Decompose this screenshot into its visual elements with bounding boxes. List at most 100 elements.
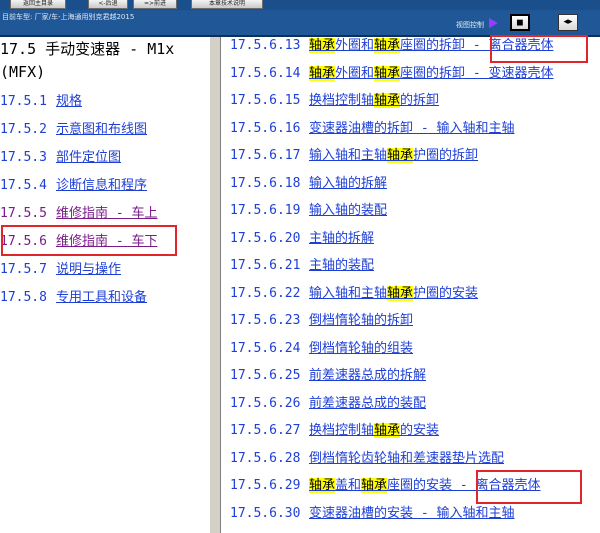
highlighted-keyword: 轴承 xyxy=(387,148,414,163)
section-title-text: 输入轴和主轴 xyxy=(309,285,388,301)
section-title-text: 前差速器总成的拆解 xyxy=(309,368,427,383)
chapter-link[interactable]: 17.5.8 专用工具和设备 xyxy=(0,288,147,308)
section-title-text: 主轴的拆解 xyxy=(309,230,375,246)
section-title-text: 外圈和 xyxy=(335,38,375,53)
section-number: 17.5.6.26 xyxy=(230,395,301,411)
chapter-label: 规格 xyxy=(56,94,83,109)
section-number: 17.5.6.15 xyxy=(230,93,301,108)
section-link[interactable]: 17.5.6.23 倒档惰轮轴的拆卸 xyxy=(230,310,413,332)
section-link[interactable]: 17.5.6.29 轴承盖和轴承座圈的安装 - 离合器壳体 xyxy=(230,475,541,497)
section-list-pane: 17.5.6.13 轴承外圈和轴承座圈的拆卸 - 离合器壳体 17.5.6.14 轴承… xyxy=(221,37,600,533)
section-title-text: 换档控制轴 xyxy=(309,93,375,108)
highlighted-keyword: 轴承 xyxy=(309,65,336,81)
section-number: 17.5.6.14 xyxy=(230,65,301,81)
section-title-text: 输入轴的装配 xyxy=(309,203,388,218)
chapter-label: 说明与操作 xyxy=(56,262,122,277)
back-button[interactable]: <-后退 xyxy=(88,0,128,9)
square-icon: ◼ xyxy=(516,18,524,28)
highlighted-keyword: 轴承 xyxy=(309,38,336,53)
section-link[interactable]: 17.5.6.26 前差速器总成的装配 xyxy=(230,393,426,415)
navigation-bar: 目前车型: 厂家/车-上海通用别克君越2015 视图控制 ◼ ◂▸ xyxy=(0,10,600,37)
section-title-text: 的安装 xyxy=(400,423,440,438)
section-link[interactable]: 17.5.6.14 轴承外圈和轴承座圈的拆卸 - 变速器壳体 xyxy=(230,63,554,85)
chapter-label: 部件定位图 xyxy=(56,150,122,165)
chapter-link[interactable]: 17.5.3 部件定位图 xyxy=(0,148,121,168)
highlighted-keyword: 轴承 xyxy=(374,38,401,53)
chapter-link[interactable]: 17.5.6 维修指南 - 车下 xyxy=(0,232,157,252)
section-link[interactable]: 17.5.6.19 输入轴的装配 xyxy=(230,200,387,222)
section-link[interactable]: 17.5.6.20 主轴的拆解 xyxy=(230,228,374,250)
chapter-number: 17.5.8 xyxy=(0,290,47,305)
section-title-text: 输入轴和主轴 xyxy=(309,148,388,163)
section-number: 17.5.6.23 xyxy=(230,313,301,328)
chapter-number: 17.5.4 xyxy=(0,178,47,193)
highlighted-keyword: 轴承 xyxy=(374,93,401,108)
pointer-arrow-icon xyxy=(489,18,498,28)
section-number: 17.5.6.17 xyxy=(230,148,301,163)
chapter-info-button[interactable]: 本章技术说明 xyxy=(191,0,263,9)
view-control-label: 视图控制 xyxy=(456,21,484,29)
section-link[interactable]: 17.5.6.27 换档控制轴轴承的安装 xyxy=(230,420,439,442)
highlighted-keyword: 轴承 xyxy=(374,423,401,438)
chapter-label: 维修指南 - 车上 xyxy=(56,206,158,221)
chapter-label: 专用工具和设备 xyxy=(56,290,148,305)
forward-button[interactable]: =>前进 xyxy=(133,0,177,9)
split-arrows-icon: ◂▸ xyxy=(563,17,573,27)
section-number: 17.5.6.29 xyxy=(230,478,301,493)
section-number: 17.5.6.25 xyxy=(230,368,301,383)
section-title-text: 外圈和 xyxy=(335,65,375,81)
section-link[interactable]: 17.5.6.21 主轴的装配 xyxy=(230,255,374,277)
chapter-title: 17.5 手动变速器 - M1x (MFX) xyxy=(0,40,175,81)
section-link[interactable]: 17.5.6.13 轴承外圈和轴承座圈的拆卸 - 离合器壳体 xyxy=(230,37,554,57)
pane-splitter[interactable] xyxy=(209,37,221,533)
section-title-text: 前差速器总成的装配 xyxy=(309,395,427,411)
chapter-link[interactable]: 17.5.5 维修指南 - 车上 xyxy=(0,204,157,224)
section-number: 17.5.6.28 xyxy=(230,450,301,466)
chapter-number: 17.5.3 xyxy=(0,150,47,165)
section-link[interactable]: 17.5.6.24 倒档惰轮轴的组装 xyxy=(230,338,413,360)
section-number: 17.5.6.19 xyxy=(230,203,301,218)
highlighted-keyword: 轴承 xyxy=(309,478,336,493)
section-link[interactable]: 17.5.6.22 输入轴和主轴轴承护圈的安装 xyxy=(230,283,478,305)
section-title-text: 输入轴的拆解 xyxy=(309,175,388,191)
section-title-text: 主轴的装配 xyxy=(309,258,375,273)
top-toolbar: 返回主目录 <-后退 =>前进 本章技术说明 xyxy=(0,0,600,10)
section-title-text: 盖和 xyxy=(335,478,362,493)
section-title-text: 护圈的安装 xyxy=(413,285,479,301)
chapter-link[interactable]: 17.5.2 示意图和布线图 xyxy=(0,120,147,140)
section-number: 17.5.6.22 xyxy=(230,285,301,301)
section-title-text: 变速器油槽的拆卸 - 输入轴和主轴 xyxy=(309,120,515,136)
chapter-link[interactable]: 17.5.1 规格 xyxy=(0,92,82,112)
section-number: 17.5.6.27 xyxy=(230,423,301,438)
toc-toggle-button[interactable]: ◼ xyxy=(510,14,530,31)
chapter-link[interactable]: 17.5.7 说明与操作 xyxy=(0,260,121,280)
section-link[interactable]: 17.5.6.16 变速器油槽的拆卸 - 输入轴和主轴 xyxy=(230,118,514,140)
home-button[interactable]: 返回主目录 xyxy=(10,0,66,9)
breadcrumb: 目前车型: 厂家/车-上海通用别克君越2015 xyxy=(2,13,135,21)
section-title-text: 倒档惰轮齿轮轴和差速器垫片选配 xyxy=(309,450,505,466)
section-title-text: 护圈的拆卸 xyxy=(413,148,479,163)
chapter-number: 17.5.2 xyxy=(0,122,47,137)
section-number: 17.5.6.18 xyxy=(230,175,301,191)
section-title-text: 座圈的拆卸 - 变速器壳体 xyxy=(400,65,554,81)
section-number: 17.5.6.16 xyxy=(230,120,301,136)
section-title-text: 倒档惰轮轴的拆卸 xyxy=(309,313,414,328)
section-link[interactable]: 17.5.6.25 前差速器总成的拆解 xyxy=(230,365,426,387)
chapter-number: 17.5.5 xyxy=(0,206,47,221)
section-title-text: 倒档惰轮轴的组装 xyxy=(309,340,414,356)
chapter-link[interactable]: 17.5.4 诊断信息和程序 xyxy=(0,176,147,196)
section-link[interactable]: 17.5.6.28 倒档惰轮齿轮轴和差速器垫片选配 xyxy=(230,448,504,470)
section-link[interactable]: 17.5.6.17 输入轴和主轴轴承护圈的拆卸 xyxy=(230,145,478,167)
split-view-button[interactable]: ◂▸ xyxy=(558,14,578,31)
chapter-number: 17.5.7 xyxy=(0,262,47,277)
section-link[interactable]: 17.5.6.30 变速器油槽的安装 - 输入轴和主轴 xyxy=(230,503,514,525)
chapter-label: 维修指南 - 车下 xyxy=(56,234,158,249)
section-number: 17.5.6.20 xyxy=(230,230,301,246)
chapter-number: 17.5.6 xyxy=(0,234,47,249)
section-title-text: 的拆卸 xyxy=(400,93,440,108)
section-link[interactable]: 17.5.6.18 输入轴的拆解 xyxy=(230,173,387,195)
highlighted-keyword: 轴承 xyxy=(374,65,401,81)
section-link[interactable]: 17.5.6.15 换档控制轴轴承的拆卸 xyxy=(230,90,439,112)
section-title-text: 座圈的拆卸 - 离合器壳体 xyxy=(400,38,554,53)
section-number: 17.5.6.13 xyxy=(230,38,301,53)
